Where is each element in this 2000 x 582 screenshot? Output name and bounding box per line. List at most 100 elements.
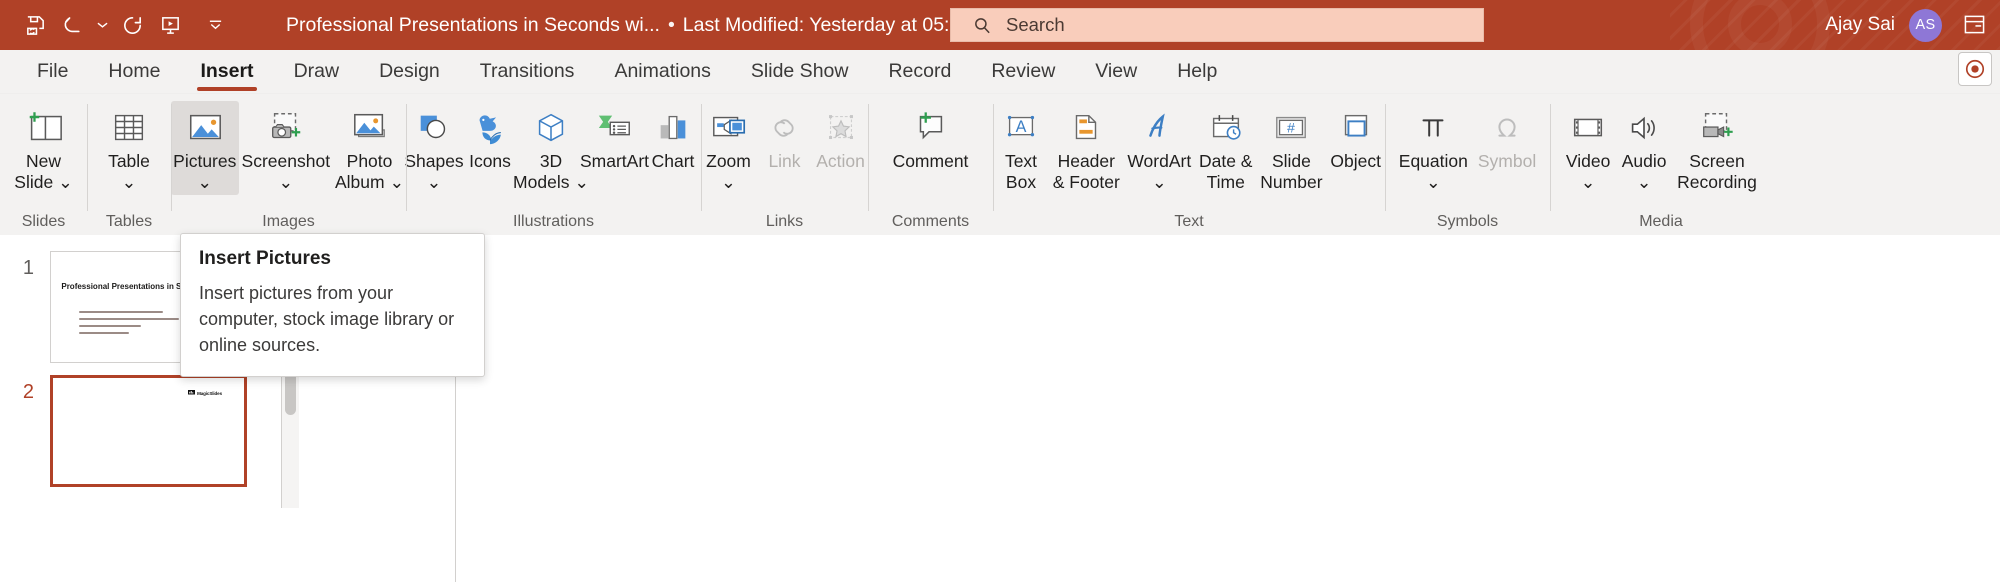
video-button[interactable]: Video ⌄ bbox=[1560, 101, 1616, 195]
equation-button[interactable]: Equation ⌄ bbox=[1394, 101, 1473, 195]
equation-icon bbox=[1412, 105, 1454, 151]
text-box-icon: A bbox=[1000, 105, 1042, 151]
undo-dropdown-icon[interactable] bbox=[94, 8, 111, 42]
3d-models-button[interactable]: 3D Models ⌄ bbox=[513, 101, 589, 195]
tab-design[interactable]: Design bbox=[360, 50, 459, 94]
audio-button[interactable]: Audio ⌄ bbox=[1616, 101, 1672, 195]
document-title-text: Professional Presentations in Seconds wi… bbox=[286, 13, 660, 36]
shapes-icon bbox=[413, 105, 455, 151]
tab-animations[interactable]: Animations bbox=[595, 50, 729, 94]
header-footer-icon bbox=[1065, 105, 1107, 151]
header-footer-button[interactable]: Header & Footer bbox=[1049, 101, 1124, 195]
tab-transitions[interactable]: Transitions bbox=[461, 50, 594, 94]
slide-editing-stage[interactable]: MagicSlides bbox=[456, 235, 2000, 582]
tab-home[interactable]: Home bbox=[89, 50, 179, 94]
ribbon-group-media: Video ⌄ Audio ⌄ Screen Recording Media bbox=[1550, 94, 1772, 235]
table-button[interactable]: Table ⌄ bbox=[101, 101, 157, 195]
tab-label: File bbox=[37, 60, 69, 82]
smartart-button[interactable]: SmartArt bbox=[580, 101, 649, 174]
chevron-down-icon: ⌄ bbox=[121, 172, 137, 192]
object-button[interactable]: Object bbox=[1326, 101, 1385, 174]
avatar[interactable]: AS bbox=[1909, 8, 1942, 42]
tab-draw[interactable]: Draw bbox=[275, 50, 359, 94]
tooltip-title: Insert Pictures bbox=[199, 248, 331, 269]
zoom-button[interactable]: Zoom ⌄ bbox=[701, 101, 757, 195]
slide-number-label-line1: Slide bbox=[1271, 151, 1311, 171]
tab-view[interactable]: View bbox=[1076, 50, 1156, 94]
ribbon-group-tables: Table ⌄ Tables bbox=[87, 94, 171, 235]
tab-review[interactable]: Review bbox=[972, 50, 1074, 94]
ribbon-display-options-icon[interactable] bbox=[1958, 9, 1990, 39]
insert-pictures-tooltip: Insert Pictures Insert pictures from you… bbox=[180, 233, 485, 377]
3d-models-label-line2: Models ⌄ bbox=[513, 172, 590, 192]
search-input[interactable]: Search bbox=[950, 8, 1484, 42]
slide-number-1: 1 bbox=[22, 257, 34, 279]
record-button[interactable] bbox=[1958, 52, 1992, 86]
document-title[interactable]: Professional Presentations in Seconds wi… bbox=[286, 14, 993, 37]
link-icon bbox=[764, 105, 806, 151]
screen-recording-icon bbox=[1696, 105, 1738, 151]
chevron-down-icon[interactable]: ⌄ bbox=[58, 172, 73, 192]
start-presentation-icon[interactable] bbox=[153, 8, 187, 42]
redo-icon[interactable] bbox=[115, 8, 149, 42]
zoom-label: Zoom bbox=[706, 151, 751, 171]
screenshot-button[interactable]: Screenshot ⌄ bbox=[241, 101, 332, 195]
action-button: Action bbox=[813, 101, 869, 174]
wordart-button[interactable]: WordArt ⌄ bbox=[1124, 101, 1195, 195]
chart-button[interactable]: Chart bbox=[645, 101, 701, 174]
equation-label: Equation bbox=[1398, 151, 1468, 171]
photo-album-button[interactable]: Photo Album ⌄ bbox=[333, 101, 406, 195]
slide-thumbnail-2[interactable]: 2 MagicSlides bbox=[0, 375, 247, 487]
screenshot-dropdown[interactable]: ⌄ bbox=[278, 172, 293, 193]
new-slide-button[interactable]: New Slide ⌄ bbox=[9, 101, 77, 195]
tab-slide-show[interactable]: Slide Show bbox=[732, 50, 868, 94]
ribbon-group-illustrations: Shapes ⌄ Icons 3D Models ⌄ SmartArt Char… bbox=[404, 94, 701, 235]
slide-number-icon: # bbox=[1270, 105, 1312, 151]
customize-quick-access-toolbar-icon[interactable] bbox=[207, 8, 224, 42]
icons-label: Icons bbox=[469, 151, 511, 171]
screen-recording-label-line1: Screen bbox=[1689, 151, 1745, 171]
ribbon-group-images: Pictures ⌄ Screenshot ⌄ Photo Album ⌄ Im… bbox=[171, 94, 406, 235]
audio-dropdown[interactable]: ⌄ bbox=[1637, 172, 1652, 193]
symbol-button: Symbol bbox=[1473, 101, 1541, 174]
date-time-label-line1: Date & bbox=[1198, 151, 1253, 171]
photo-album-label-line2: Album ⌄ bbox=[334, 172, 405, 192]
slide-number-button[interactable]: # Slide Number bbox=[1256, 101, 1326, 195]
equation-dropdown[interactable]: ⌄ bbox=[1426, 172, 1441, 193]
tab-record[interactable]: Record bbox=[869, 50, 970, 94]
tab-insert[interactable]: Insert bbox=[181, 50, 272, 94]
title-bar: Professional Presentations in Seconds wi… bbox=[0, 0, 2000, 50]
icons-button[interactable]: Icons bbox=[462, 101, 518, 174]
tab-help[interactable]: Help bbox=[1158, 50, 1236, 94]
autosave-save-icon[interactable] bbox=[18, 8, 52, 42]
zoom-dropdown[interactable]: ⌄ bbox=[721, 172, 736, 193]
symbol-icon bbox=[1486, 105, 1528, 151]
pictures-button[interactable]: Pictures ⌄ bbox=[171, 101, 239, 195]
ribbon-group-label-images: Images bbox=[262, 213, 315, 230]
video-dropdown[interactable]: ⌄ bbox=[1581, 172, 1596, 193]
shapes-dropdown[interactable]: ⌄ bbox=[427, 172, 442, 193]
tab-file[interactable]: File bbox=[18, 50, 87, 94]
text-box-button[interactable]: A Text Box bbox=[993, 101, 1049, 195]
tab-label: Home bbox=[108, 60, 161, 82]
undo-icon[interactable] bbox=[56, 8, 90, 42]
date-time-button[interactable]: Date & Time bbox=[1195, 101, 1256, 195]
wordart-dropdown[interactable]: ⌄ bbox=[1152, 172, 1167, 193]
ribbon-group-label-text: Text bbox=[1174, 213, 1204, 230]
svg-text:#: # bbox=[1287, 120, 1295, 136]
chevron-down-icon[interactable]: ⌄ bbox=[389, 172, 404, 192]
chevron-down-icon[interactable]: ⌄ bbox=[574, 172, 589, 192]
ribbon-group-slides: New Slide ⌄ Slides bbox=[0, 94, 87, 235]
pictures-dropdown[interactable]: ⌄ bbox=[197, 172, 212, 193]
comment-button[interactable]: Comment bbox=[888, 101, 974, 174]
user-account[interactable]: Ajay Sai AS bbox=[1825, 0, 1942, 50]
pictures-label: Pictures bbox=[173, 151, 237, 171]
table-dropdown[interactable]: ⌄ bbox=[122, 172, 137, 193]
tab-label: Design bbox=[379, 60, 440, 82]
shapes-button[interactable]: Shapes ⌄ bbox=[404, 101, 464, 195]
ribbon-group-label-tables: Tables bbox=[105, 213, 153, 230]
photo-album-icon bbox=[349, 105, 391, 151]
slide-1-bullets bbox=[79, 311, 179, 339]
screen-recording-button[interactable]: Screen Recording bbox=[1672, 101, 1762, 195]
slide-thumbnail-2-frame[interactable]: MagicSlides bbox=[50, 375, 247, 487]
